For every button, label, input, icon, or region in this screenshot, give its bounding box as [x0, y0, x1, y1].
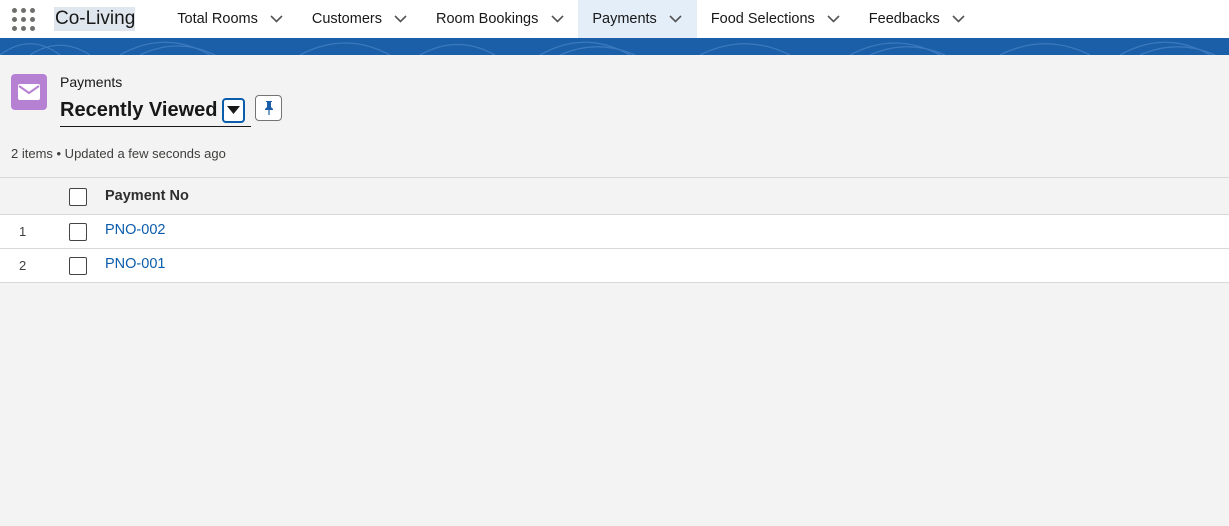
nav-tab-label: Payments [592, 11, 657, 27]
nav-tab-food-selections[interactable]: Food Selections [697, 0, 855, 38]
app-launcher-grid-icon [11, 7, 35, 31]
nav-tab-label: Total Rooms [177, 11, 258, 27]
nav-tab-room-bookings[interactable]: Room Bookings [422, 0, 578, 38]
nav-tab-customers[interactable]: Customers [298, 0, 422, 38]
global-nav-bar: Co-Living Total Rooms Customers Room Boo… [0, 0, 1229, 38]
record-link[interactable]: PNO-001 [105, 256, 165, 272]
row-number: 1 [19, 224, 27, 239]
brand-band [0, 38, 1229, 55]
list-view-header: Payments Recently Viewed 2 items • Updat… [0, 55, 1229, 178]
chevron-down-icon[interactable] [827, 12, 841, 26]
chevron-down-icon[interactable] [270, 12, 284, 26]
pin-list-view-button[interactable] [255, 95, 282, 121]
nav-tab-payments[interactable]: Payments [578, 0, 697, 38]
nav-tab-label: Room Bookings [435, 11, 539, 27]
record-link[interactable]: PNO-002 [105, 222, 165, 238]
row-select-checkbox[interactable] [69, 257, 87, 275]
envelope-icon [11, 74, 47, 110]
nav-tab-feedbacks[interactable]: Feedbacks [855, 0, 980, 38]
caret-down-icon[interactable] [222, 97, 246, 123]
list-view-title: Recently Viewed [60, 98, 218, 121]
row-number: 2 [19, 258, 27, 273]
nav-tab-label: Feedbacks [868, 11, 940, 27]
chevron-down-icon[interactable] [394, 12, 408, 26]
nav-tab-label: Customers [311, 11, 382, 27]
column-header-payment-no[interactable]: Payment No [105, 188, 189, 204]
table-header-row: Payment No [0, 177, 1229, 215]
nav-tab-total-rooms[interactable]: Total Rooms [163, 0, 298, 38]
pin-icon [263, 100, 275, 116]
app-name-label: Co-Living [54, 7, 136, 31]
object-label: Payments [60, 74, 123, 90]
select-all-checkbox[interactable] [69, 188, 87, 206]
table-row: 2 PNO-001 [0, 249, 1229, 283]
list-status-text: 2 items • Updated a few seconds ago [11, 146, 226, 161]
records-table: Payment No 1 PNO-002 2 PNO-001 [0, 177, 1229, 283]
list-view-selector[interactable]: Recently Viewed [60, 94, 252, 127]
nav-tab-label: Food Selections [710, 11, 815, 27]
table-row: 1 PNO-002 [0, 215, 1229, 249]
chevron-down-icon[interactable] [550, 12, 564, 26]
app-launcher-button[interactable] [0, 0, 46, 38]
row-select-checkbox[interactable] [69, 223, 87, 241]
chevron-down-icon[interactable] [669, 12, 683, 26]
chevron-down-icon[interactable] [952, 12, 966, 26]
app-name: Co-Living [54, 0, 136, 38]
